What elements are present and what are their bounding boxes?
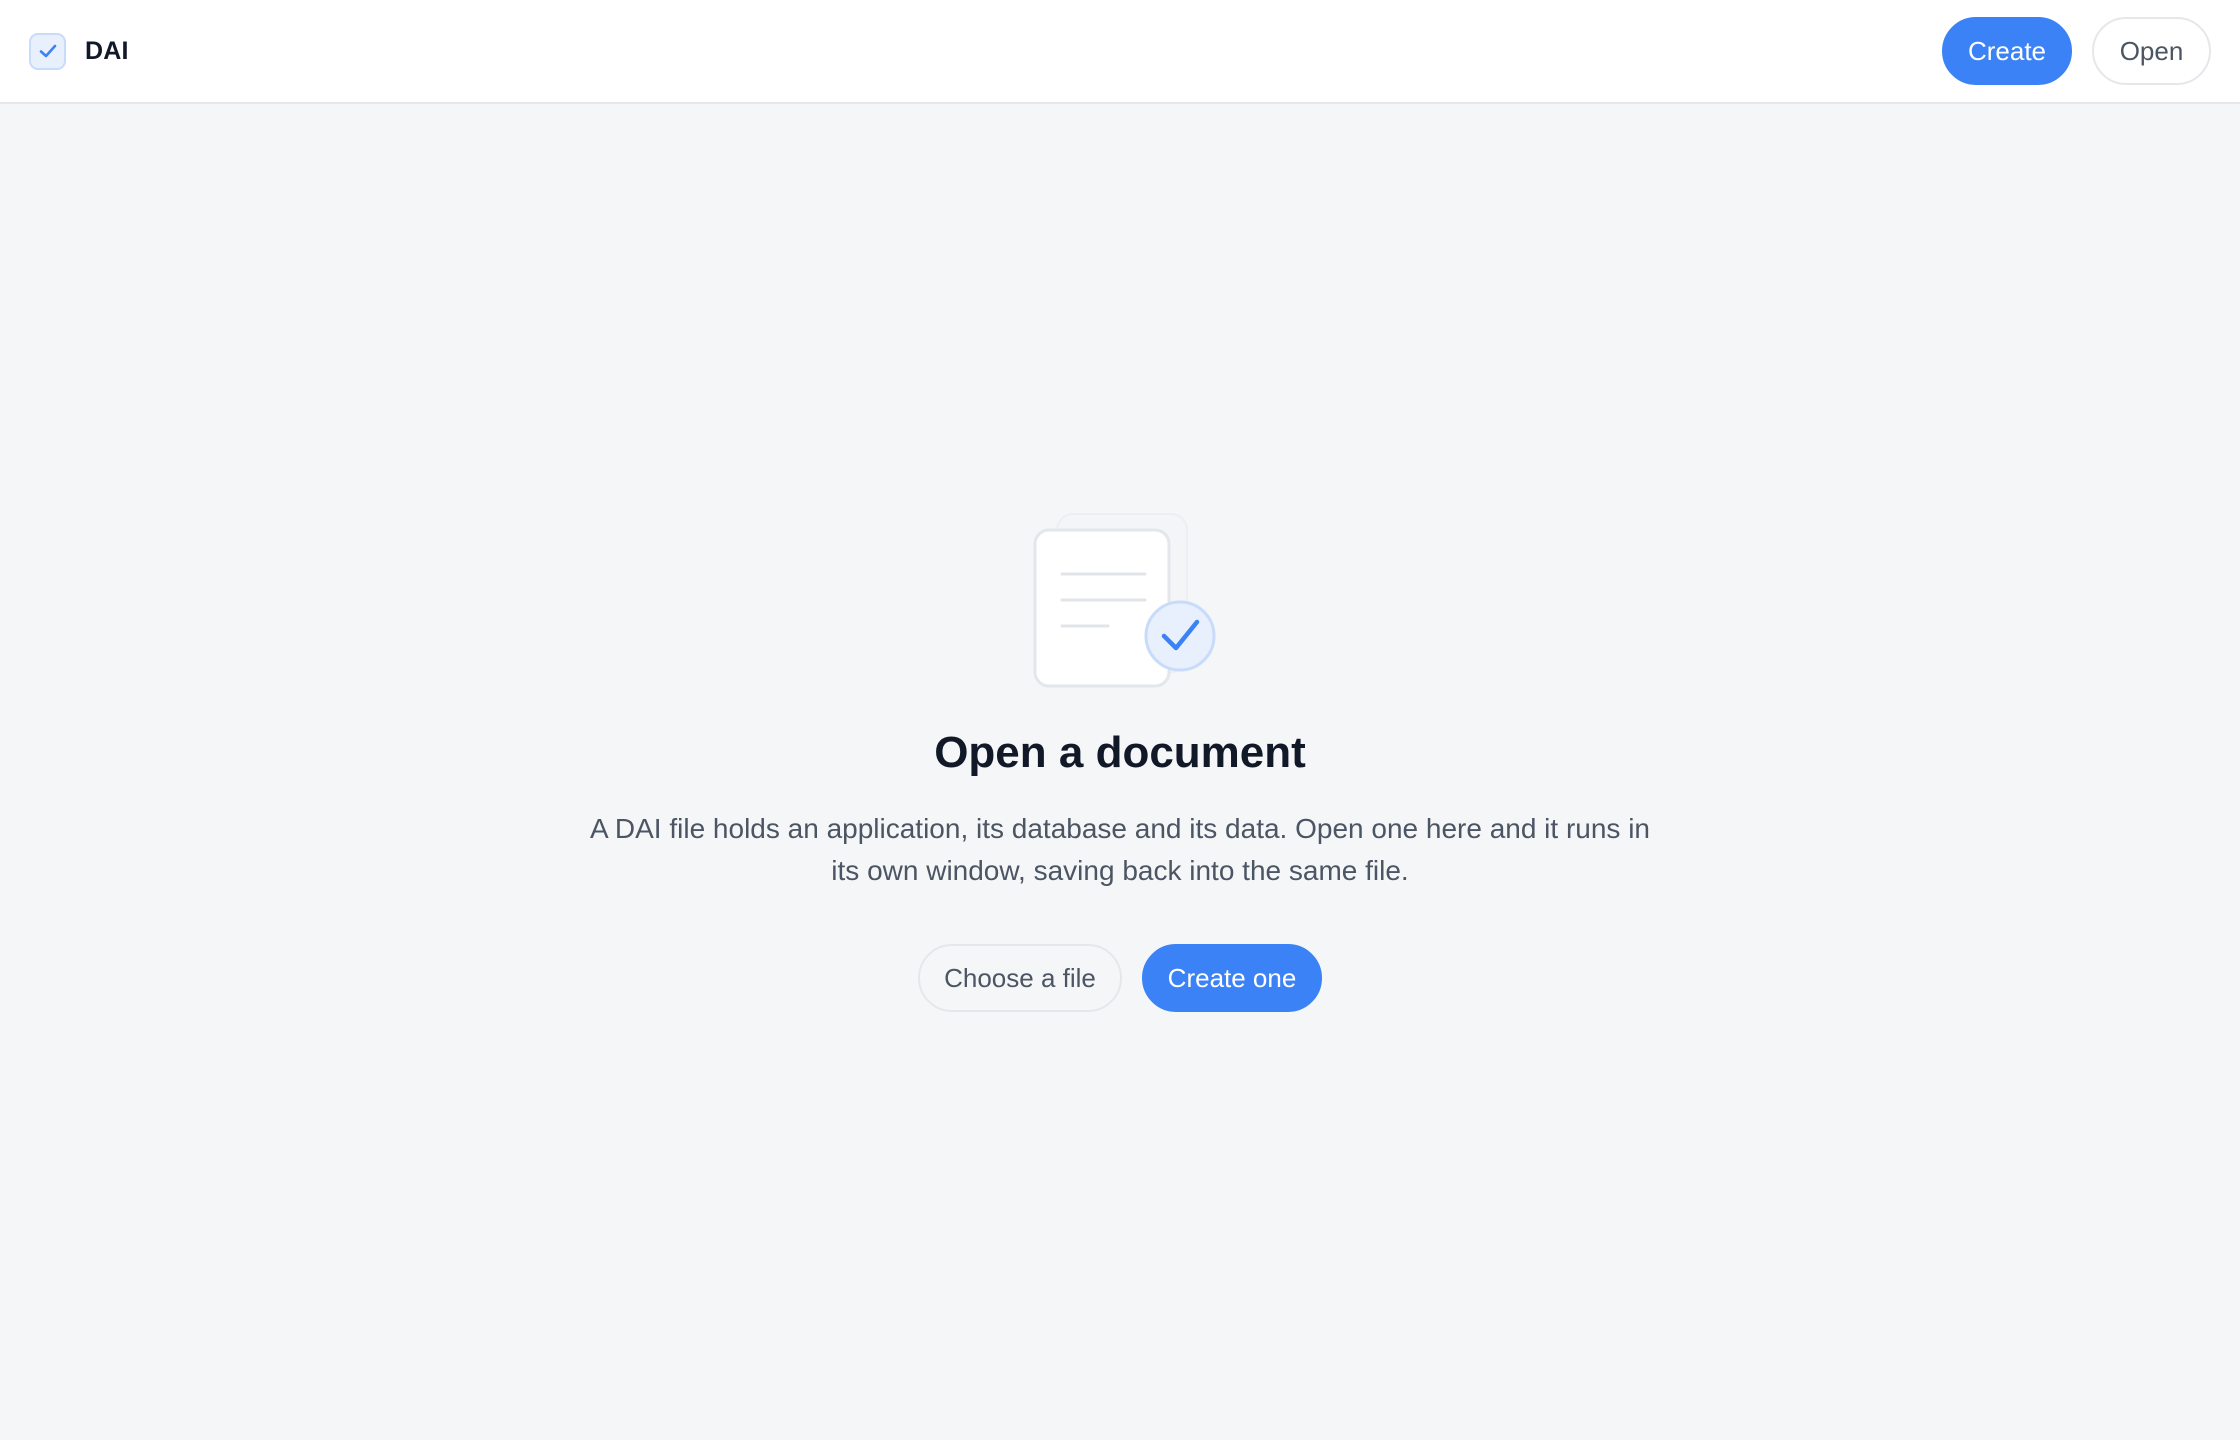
create-button[interactable]: Create — [1942, 17, 2072, 85]
empty-state-description: A DAI file holds an application, its dat… — [589, 813, 1651, 886]
check-square-icon — [29, 32, 66, 70]
brand: DAI — [29, 32, 129, 70]
empty-state-title: Open a document — [934, 728, 1306, 777]
document-check-icon — [1030, 408, 1220, 692]
create-one-button[interactable]: Create one — [1142, 944, 1322, 1012]
choose-file-button[interactable]: Choose a file — [918, 944, 1122, 1012]
top-bar: DAI Create Open — [0, 0, 2240, 104]
top-actions: Create Open — [1942, 17, 2211, 85]
app-name: DAI — [85, 36, 129, 65]
app-window: DAI Create Open Open a document A DAI fi… — [0, 0, 2240, 1440]
open-button[interactable]: Open — [2092, 17, 2211, 85]
empty-state-actions: Choose a file Create one — [0, 944, 2240, 1012]
